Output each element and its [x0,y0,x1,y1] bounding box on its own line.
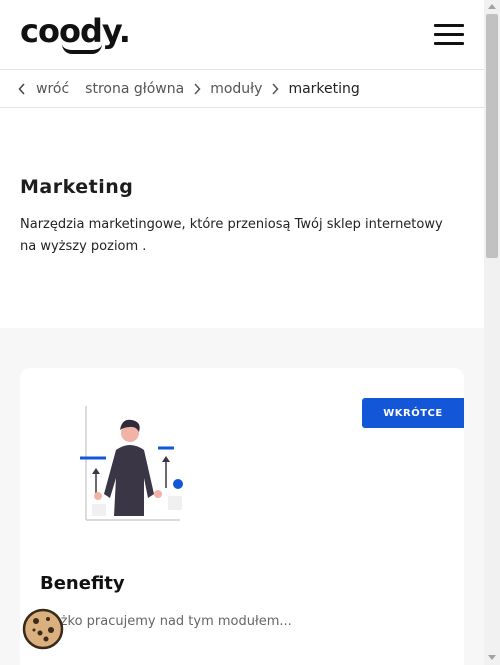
breadcrumb: wróć strona główna moduły marketing [0,70,484,108]
chevron-right-icon [268,82,282,96]
chevron-left-icon[interactable] [18,82,28,96]
page-scrollbar[interactable] [484,0,500,665]
breadcrumb-current: marketing [288,80,360,97]
page-title: Marketing [20,176,134,198]
module-card[interactable]: WKRÓTCE Benefity Ciężko pracujemy nad ty… [20,368,464,665]
chevron-right-icon [190,82,204,96]
page: coody. wróć strona główna moduły marketi… [0,0,484,665]
card-description: Ciężko pracujemy nad tym modułem... [40,614,292,629]
breadcrumb-modules-link[interactable]: moduły [210,81,262,97]
modules-section: WKRÓTCE Benefity Ciężko pracujemy nad ty… [0,328,484,665]
coming-soon-badge: WKRÓTCE [362,398,464,428]
marketing-illustration-icon [50,398,190,528]
scroll-down-icon[interactable] [488,655,496,660]
hamburger-line [434,42,464,45]
back-link[interactable]: wróć [36,81,69,97]
hamburger-icon[interactable] [434,24,464,46]
cookie-icon[interactable] [22,608,64,650]
breadcrumb-home-link[interactable]: strona główna [85,81,184,97]
scroll-thumb[interactable] [486,14,498,258]
site-header: coody. [0,0,484,70]
hamburger-line [434,24,464,27]
hamburger-line [434,33,464,36]
page-description: Narzędzia marketingowe, które przeniosą … [20,217,443,254]
card-title: Benefity [40,573,125,594]
logo-smile-icon [62,44,102,54]
scroll-up-icon[interactable] [488,4,496,9]
intro-section: Marketing Narzędzia marketingowe, które … [0,108,484,328]
